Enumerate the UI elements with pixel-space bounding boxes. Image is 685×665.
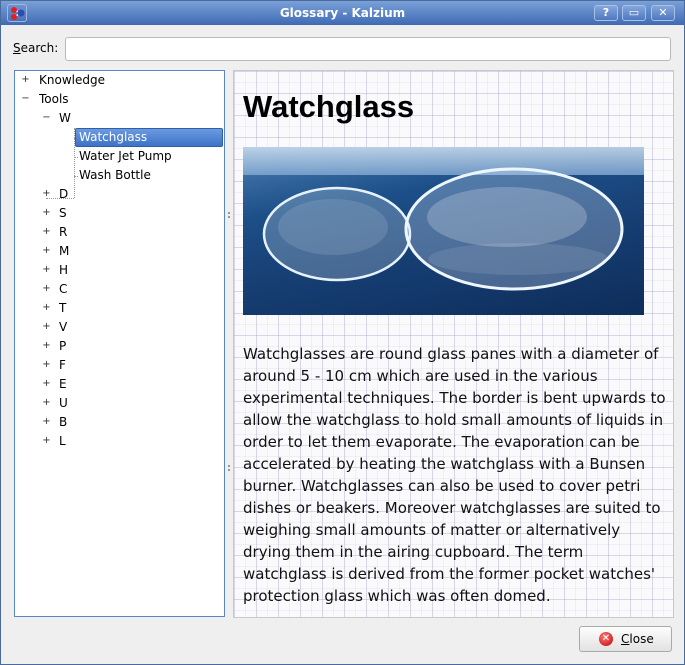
help-button[interactable]: ? bbox=[594, 5, 618, 21]
expand-icon[interactable]: + bbox=[42, 432, 51, 451]
tree-item-label: M bbox=[59, 244, 70, 258]
expand-icon[interactable]: + bbox=[42, 185, 51, 204]
close-icon: ✕ bbox=[599, 632, 613, 646]
tree-item-label: U bbox=[59, 396, 68, 410]
article-view[interactable]: Watchglass Watchglasses are round glass … bbox=[233, 70, 674, 618]
tree-item-label: R bbox=[59, 225, 68, 239]
splitter-grip-dot bbox=[228, 216, 230, 218]
collapse-icon[interactable]: − bbox=[42, 109, 51, 128]
expand-icon[interactable]: + bbox=[42, 413, 51, 432]
close-window-button[interactable]: ✕ bbox=[651, 5, 675, 21]
watchglass-photo bbox=[243, 147, 644, 315]
splitter-grip-dot bbox=[228, 469, 230, 471]
window-title: Glossary - Kalzium bbox=[279, 6, 406, 20]
tree-item-water-jet-pump[interactable]: Water Jet Pump bbox=[79, 147, 172, 166]
splitter-grip-dot bbox=[228, 465, 230, 467]
tree-item-label: F bbox=[59, 358, 66, 372]
collapse-icon[interactable]: − bbox=[21, 90, 30, 109]
close-button-label: Close bbox=[621, 632, 654, 646]
tree-item-label: V bbox=[59, 320, 68, 334]
search-label-mnemonic: S bbox=[13, 41, 21, 55]
tree-item-label: Knowledge bbox=[39, 73, 105, 87]
search-label: Search: bbox=[13, 41, 58, 55]
expand-icon[interactable]: + bbox=[21, 71, 30, 90]
tree-connector bbox=[74, 176, 78, 177]
tree-item-label: Water Jet Pump bbox=[79, 149, 172, 163]
tree-item-label: C bbox=[59, 282, 68, 296]
close-button[interactable]: ✕ Close bbox=[579, 626, 672, 652]
expand-icon[interactable]: + bbox=[42, 375, 51, 394]
tree-item-label: E bbox=[59, 377, 67, 391]
search-label-text: earch: bbox=[20, 41, 59, 55]
tree-item-label: L bbox=[59, 434, 66, 448]
glossary-window: Glossary - Kalzium ? ▭ ✕ Search: + Knowl… bbox=[0, 0, 685, 665]
panel-splitter[interactable] bbox=[227, 70, 231, 617]
expand-icon[interactable]: + bbox=[42, 318, 51, 337]
tree-item-label: P bbox=[59, 339, 67, 353]
tree-item-label: Watchglass bbox=[75, 128, 223, 147]
expand-icon[interactable]: + bbox=[42, 223, 51, 242]
tree-item-watchglass[interactable]: Watchglass bbox=[75, 128, 223, 147]
tree-item-wash-bottle[interactable]: Wash Bottle bbox=[79, 166, 151, 185]
tree-item-label: D bbox=[59, 187, 69, 201]
expand-icon[interactable]: + bbox=[42, 204, 51, 223]
tree-item-label: Wash Bottle bbox=[79, 168, 151, 182]
expand-icon[interactable]: + bbox=[42, 356, 51, 375]
tree-item-label: B bbox=[59, 415, 68, 429]
expand-icon[interactable]: + bbox=[42, 299, 51, 318]
close-label-text: lose bbox=[629, 632, 654, 646]
expand-icon[interactable]: + bbox=[42, 242, 51, 261]
tree-item-label: T bbox=[59, 301, 67, 315]
tree-item-label: W bbox=[59, 111, 71, 125]
tree-item-label: S bbox=[59, 206, 67, 220]
search-input[interactable] bbox=[65, 37, 671, 61]
tree-connector bbox=[74, 157, 78, 158]
maximize-button[interactable]: ▭ bbox=[622, 5, 646, 21]
article-body: Watchglasses are round glass panes with … bbox=[243, 345, 666, 605]
splitter-grip-dot bbox=[228, 212, 230, 214]
tree-item-label: Tools bbox=[39, 92, 69, 106]
tree-item-label: H bbox=[59, 263, 69, 277]
article-title: Watchglass bbox=[243, 89, 415, 124]
expand-icon[interactable]: + bbox=[42, 337, 51, 356]
title-bar[interactable]: Glossary - Kalzium ? ▭ ✕ bbox=[1, 1, 684, 25]
expand-icon[interactable]: + bbox=[42, 394, 51, 413]
expand-icon[interactable]: + bbox=[42, 280, 51, 299]
expand-icon[interactable]: + bbox=[42, 261, 51, 280]
glossary-tree[interactable]: + Knowledge − Tools − W Watchglass Water… bbox=[14, 70, 225, 617]
